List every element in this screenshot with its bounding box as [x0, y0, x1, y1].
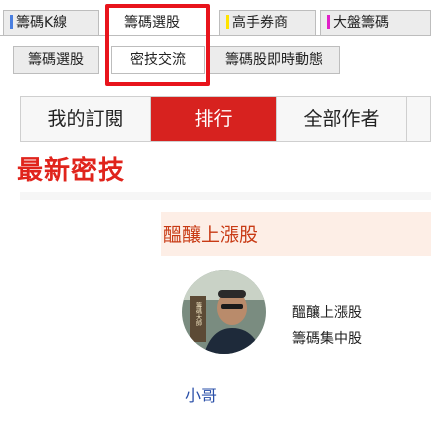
sub-tab-bar: 籌碼選股 密技交流 籌碼股即時動態 [0, 44, 431, 78]
segment-ranking[interactable]: 排行 [151, 97, 277, 141]
tab-label: 大盤籌碼 [333, 15, 389, 31]
tab-label: 高手券商 [232, 15, 288, 31]
tab-market-chips[interactable]: 大盤籌碼 [320, 10, 431, 36]
tab-divider [0, 35, 431, 36]
card-title: 醞釀上漲股 [163, 224, 259, 246]
tab-label: 籌碼K線 [16, 15, 68, 31]
subtab-realtime-chip-stocks[interactable]: 籌碼股即時動態 [208, 46, 340, 74]
avatar-image: 籌碼大師 [182, 270, 266, 354]
top-tab-bar: 籌碼K線 籌碼選股 高手券商 大盤籌碼 [0, 0, 431, 40]
author-link[interactable]: 小哥 [185, 382, 217, 406]
tab-chip-kline[interactable]: 籌碼K線 [3, 10, 99, 36]
card-line-1: 醞釀上漲股 [292, 305, 362, 321]
tab-color-bar [327, 15, 330, 29]
main-panel: 我的訂閱 排行 全部作者 最新密技 醞釀上漲股 籌碼大師 醞釀上漲股 籌碼集中股… [0, 82, 431, 440]
segment-my-subscriptions[interactable]: 我的訂閱 [21, 97, 151, 141]
section-title: 最新密技 [17, 156, 126, 186]
tab-color-bar [226, 15, 229, 29]
subtab-chip-picking[interactable]: 籌碼選股 [13, 46, 99, 74]
segment-control: 我的訂閱 排行 全部作者 [20, 96, 431, 142]
tab-top-brokers[interactable]: 高手券商 [219, 10, 316, 36]
tip-card[interactable]: 醞釀上漲股 籌碼大師 醞釀上漲股 籌碼集中股 [20, 200, 431, 440]
card-line-2: 籌碼集中股 [292, 331, 362, 347]
tab-color-bar [10, 15, 13, 29]
avatar[interactable]: 籌碼大師 [182, 270, 266, 354]
highlight-frame [105, 4, 210, 86]
segment-all-authors[interactable]: 全部作者 [277, 97, 407, 141]
avatar-badge-text: 籌碼大師 [195, 301, 202, 327]
card-header[interactable]: 醞釀上漲股 [161, 212, 431, 256]
